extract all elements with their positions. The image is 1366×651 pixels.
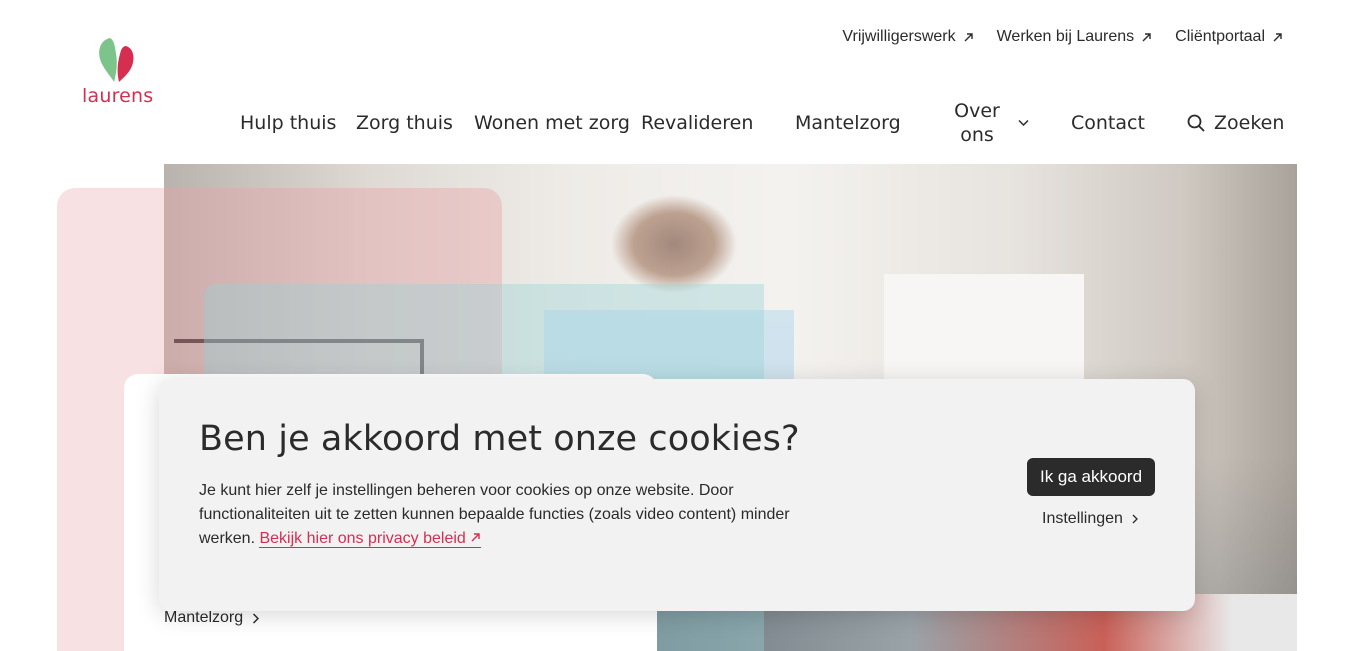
search-icon: [1187, 114, 1205, 132]
privacy-link-label: Bekijk hier ons privacy beleid: [259, 530, 466, 547]
page: laurens Vrijwilligerswerk Werken bij Lau…: [0, 0, 1366, 651]
nav-item-revalideren[interactable]: Revalideren: [641, 111, 795, 135]
chevron-right-icon: [1132, 514, 1138, 524]
top-link-werken-bij-laurens[interactable]: Werken bij Laurens: [997, 28, 1153, 46]
top-links: Vrijwilligerswerk Werken bij Laurens Cli…: [842, 28, 1283, 46]
chevron-down-icon: [1018, 119, 1029, 127]
top-link-label: Cliëntportaal: [1175, 28, 1265, 45]
external-link-icon: [1273, 32, 1282, 41]
external-link-icon: [1142, 32, 1151, 41]
nav-item-contact[interactable]: Contact: [1071, 111, 1187, 135]
breadcrumb[interactable]: Mantelzorg: [164, 609, 260, 627]
settings-label: Instellingen: [1042, 510, 1123, 527]
privacy-link[interactable]: Bekijk hier ons privacy beleid: [259, 530, 481, 548]
chevron-right-icon: [253, 612, 260, 624]
top-link-vrijwilligerswerk[interactable]: Vrijwilligerswerk: [842, 28, 973, 46]
main-nav: Hulp thuis Zorg thuis Wonen met zorg Rev…: [240, 99, 1290, 147]
accept-cookies-button[interactable]: Ik ga akkoord: [1027, 458, 1155, 496]
external-link-icon: [471, 533, 480, 542]
nav-item-wonen-met-zorg[interactable]: Wonen met zorg: [474, 111, 641, 135]
nav-item-mantelzorg[interactable]: Mantelzorg: [795, 111, 954, 135]
nav-item-zorg-thuis[interactable]: Zorg thuis: [356, 111, 474, 135]
cookie-title: Ben je akkoord met onze cookies?: [199, 419, 800, 459]
external-link-icon: [964, 32, 973, 41]
cookie-text: Je kunt hier zelf je instellingen behere…: [199, 479, 839, 551]
cookie-settings-link[interactable]: Instellingen: [1042, 510, 1138, 528]
search-label: Zoeken: [1214, 112, 1285, 134]
top-link-label: Werken bij Laurens: [996, 28, 1135, 45]
cookie-dialog: Ben je akkoord met onze cookies? Je kunt…: [159, 379, 1195, 611]
nav-item-hulp-thuis[interactable]: Hulp thuis: [240, 111, 356, 135]
nav-item-label: Over ons: [954, 100, 1000, 146]
logo-text: laurens: [82, 85, 154, 107]
laurens-logo[interactable]: laurens: [82, 34, 156, 107]
search-button[interactable]: Zoeken: [1187, 111, 1284, 135]
top-link-clientportaal[interactable]: Cliëntportaal: [1175, 28, 1283, 46]
breadcrumb-label: Mantelzorg: [164, 609, 244, 626]
heart-leaf-logo-icon: [99, 38, 134, 82]
top-link-label: Vrijwilligerswerk: [842, 28, 956, 45]
nav-item-over-ons[interactable]: Over ons: [954, 99, 1071, 147]
